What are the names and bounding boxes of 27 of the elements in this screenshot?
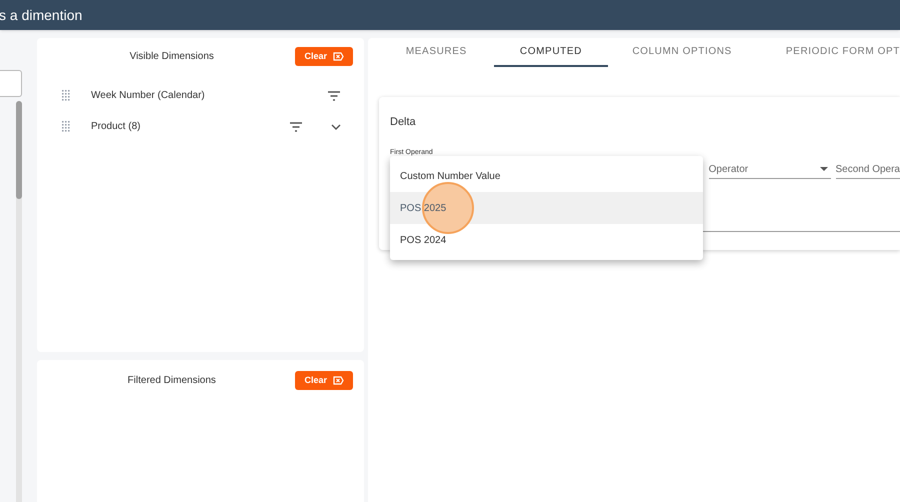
operator-select[interactable]: Operator	[708, 160, 830, 179]
menu-item[interactable]: POS 2024	[390, 224, 703, 256]
filter-icon[interactable]	[289, 122, 303, 132]
filter-icon[interactable]	[327, 90, 341, 100]
dimension-row[interactable]: Product (8)	[48, 111, 353, 142]
tab[interactable]: COMPUTED	[494, 38, 608, 67]
dropdown-arrow-icon	[820, 167, 828, 171]
dimension-label: Product (8)	[91, 120, 142, 134]
panel-title: Visible Dimensions	[130, 50, 214, 64]
chevron-down-icon[interactable]	[331, 124, 341, 130]
card-title: Delta	[390, 116, 416, 128]
search-field[interactable]	[0, 70, 22, 97]
scrollbar[interactable]	[16, 101, 22, 502]
dimension-row[interactable]: Week Number (Calendar)	[48, 80, 353, 111]
tab[interactable]: PERIODIC FORM OPT	[756, 38, 900, 67]
second-operand-select[interactable]: Second Opera	[836, 160, 900, 179]
panel-title: Filtered Dimensions	[128, 374, 216, 388]
tab[interactable]: COLUMN OPTIONS	[608, 38, 756, 67]
clear-x-icon	[333, 52, 344, 61]
dimension-label: Week Number (Calendar)	[91, 89, 206, 103]
clear-button[interactable]: Clear	[295, 47, 353, 66]
clear-button[interactable]: Clear	[295, 371, 353, 390]
menu-item[interactable]: Custom Number Value	[390, 160, 703, 192]
clear-x-icon	[333, 376, 344, 385]
drag-handle-icon[interactable]	[62, 90, 70, 101]
tab[interactable]: MEASURES	[379, 38, 494, 67]
drag-handle-icon[interactable]	[62, 121, 70, 132]
